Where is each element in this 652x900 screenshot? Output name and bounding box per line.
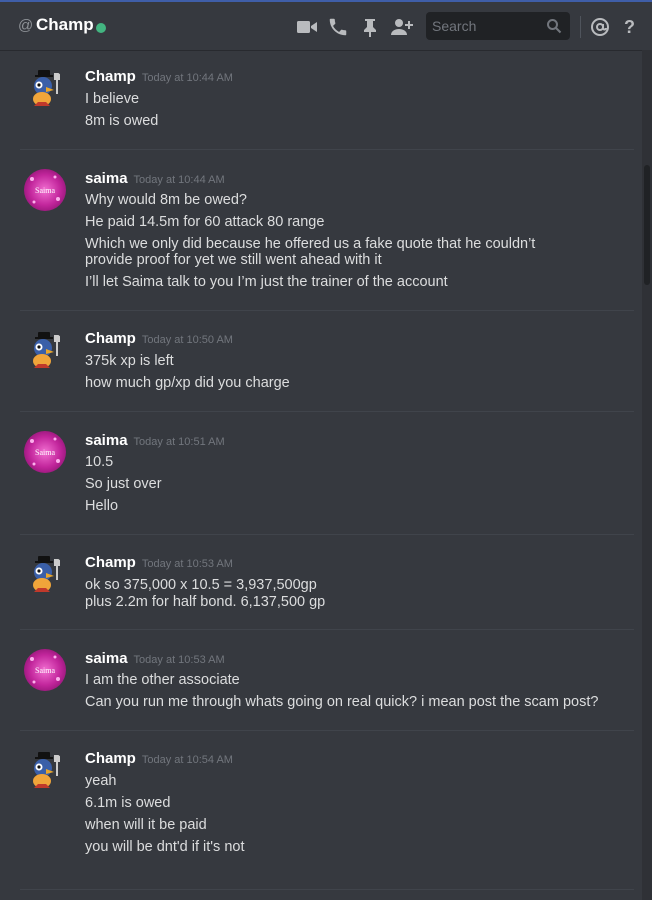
message-group: Saima saima Today at 10:53 AM I am the ot… (0, 647, 634, 727)
saima-avatar[interactable]: Saima (24, 431, 66, 473)
message-group: Champ Today at 10:44 AM I believe 8m is o… (0, 66, 634, 146)
message-group: Saima saima Today at 10:51 AM 10.5 So jus… (0, 429, 634, 529)
message-divider (20, 149, 634, 150)
message-timestamp: Today at 10:44 AM (141, 72, 233, 84)
message-text: 8m is owed (85, 113, 159, 129)
message-text: Hello (85, 498, 119, 514)
message-author[interactable]: Champ Today at 10:53 AM (85, 554, 233, 571)
author-name[interactable]: Champ (85, 554, 136, 571)
message-text: I’ll let Saima talk to you I’m just the … (85, 274, 448, 290)
champ-avatar[interactable] (24, 750, 66, 792)
message-author[interactable]: Champ Today at 10:50 AM (85, 330, 233, 347)
message-timestamp: Today at 10:44 AM (133, 174, 225, 186)
message-divider (20, 629, 634, 630)
message-text: plus 2.2m for half bond. 6,137,500 gp (85, 594, 326, 610)
message-group: Champ Today at 10:53 AM ok so 375,000 x 1… (0, 552, 634, 632)
channel-header: @ Champ ? (0, 2, 652, 50)
message-text: Can you run me through whats going on re… (85, 694, 599, 710)
message-divider (20, 310, 634, 311)
message-text: 375k xp is left (85, 353, 174, 369)
message-text: I am the other associate (85, 672, 240, 688)
search-icon (546, 18, 562, 34)
champ-avatar[interactable] (24, 330, 66, 372)
message-timestamp: Today at 10:51 AM (133, 436, 225, 448)
message-author[interactable]: Champ Today at 10:44 AM (85, 68, 233, 85)
online-status-dot (96, 23, 106, 33)
message-divider (20, 411, 634, 412)
message-timestamp: Today at 10:53 AM (133, 654, 225, 666)
pin-icon[interactable] (359, 16, 381, 38)
message-text: He paid 14.5m for 60 attack 80 range (85, 214, 325, 230)
help-icon[interactable]: ? (621, 16, 643, 38)
author-name[interactable]: Champ (85, 750, 136, 767)
message-group: Saima saima Today at 10:44 AM Why would 8… (0, 167, 634, 307)
message-timestamp: Today at 10:50 AM (141, 334, 233, 346)
message-author[interactable]: saima Today at 10:44 AM (85, 170, 225, 187)
mention-icon[interactable] (589, 16, 611, 38)
message-text: how much gp/xp did you charge (85, 375, 290, 391)
saima-avatar[interactable]: Saima (24, 649, 66, 691)
message-divider (20, 534, 634, 535)
champ-avatar[interactable] (24, 68, 66, 110)
avatar-text: Saima (35, 666, 55, 675)
message-text: So just over (85, 476, 162, 492)
video-call-icon[interactable] (296, 16, 318, 38)
message-text: when will it be paid (85, 817, 207, 833)
message-author[interactable]: saima Today at 10:53 AM (85, 650, 225, 667)
message-divider (20, 889, 634, 890)
message-text: yeah (85, 773, 117, 789)
saima-avatar[interactable]: Saima (24, 169, 66, 211)
message-text: Why would 8m be owed? (85, 192, 247, 208)
header-divider (580, 16, 581, 38)
author-name[interactable]: saima (85, 432, 128, 449)
champ-avatar[interactable] (24, 554, 66, 596)
message-group: Champ Today at 10:50 AM 375k xp is left h… (0, 328, 634, 408)
channel-title: Champ (36, 15, 94, 34)
message-text: 6.1m is owed (85, 795, 171, 811)
avatar-text: Saima (35, 186, 55, 195)
author-name[interactable]: Champ (85, 68, 136, 85)
author-name[interactable]: saima (85, 170, 128, 187)
message-list: Champ Today at 10:44 AM I believe 8m is o… (0, 50, 640, 900)
message-divider (20, 730, 634, 731)
voice-call-icon[interactable] (327, 16, 349, 38)
message-text: I believe (85, 91, 140, 107)
author-name[interactable]: Champ (85, 330, 136, 347)
scrollbar-thumb[interactable] (644, 165, 650, 285)
search-input[interactable] (426, 12, 548, 40)
message-timestamp: Today at 10:54 AM (141, 754, 233, 766)
message-author[interactable]: saima Today at 10:51 AM (85, 432, 225, 449)
message-text: 10.5 (85, 454, 114, 470)
add-friend-icon[interactable] (390, 16, 413, 38)
svg-text:?: ? (624, 17, 635, 37)
author-name[interactable]: saima (85, 650, 128, 667)
avatar-text: Saima (35, 448, 55, 457)
at-symbol: @ (18, 17, 34, 34)
message-timestamp: Today at 10:53 AM (141, 558, 233, 570)
message-group: Champ Today at 10:54 AM yeah 6.1m is owed… (0, 748, 634, 878)
message-author[interactable]: Champ Today at 10:54 AM (85, 750, 233, 767)
message-text: Which we only did because he offered us … (85, 236, 536, 268)
message-text: you will be dnt'd if it's not (85, 839, 245, 855)
message-text: ok so 375,000 x 10.5 = 3,937,500gp (85, 577, 317, 593)
search-box[interactable] (426, 12, 570, 40)
